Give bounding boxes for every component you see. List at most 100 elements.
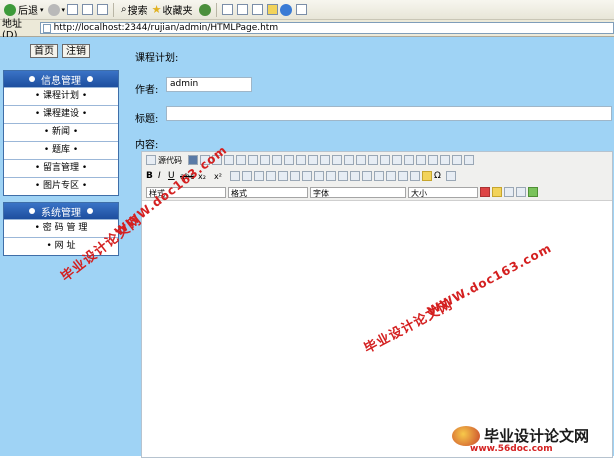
- stop-icon[interactable]: [67, 4, 79, 15]
- cut-icon[interactable]: [236, 155, 246, 165]
- sidebar-item-question-bank[interactable]: • 题库 •: [4, 141, 118, 159]
- system-management-header[interactable]: 系统管理: [4, 203, 118, 219]
- mail-icon[interactable]: [221, 4, 233, 15]
- indent-icon[interactable]: [266, 171, 276, 181]
- copy-icon[interactable]: [248, 155, 258, 165]
- search-label: 搜索: [127, 6, 148, 17]
- find-icon[interactable]: [344, 155, 354, 165]
- table-icon[interactable]: [398, 171, 408, 181]
- history-icon[interactable]: [198, 3, 211, 16]
- source-button[interactable]: 源代码: [158, 155, 182, 166]
- messenger-icon[interactable]: [279, 3, 292, 16]
- footer-logo: 毕业设计论文网: [452, 425, 589, 446]
- search-button[interactable]: ⌕ 搜索: [121, 2, 148, 18]
- redo-icon[interactable]: [332, 155, 342, 165]
- forward-button[interactable]: ▾: [47, 2, 66, 18]
- align-justify-icon[interactable]: [326, 171, 336, 181]
- special-char-icon[interactable]: Ω: [434, 171, 444, 181]
- toolbar-divider: [215, 2, 217, 17]
- italic-button[interactable]: I: [158, 171, 166, 181]
- page-break-icon[interactable]: [446, 171, 456, 181]
- align-center-icon[interactable]: [302, 171, 312, 181]
- align-left-icon[interactable]: [290, 171, 300, 181]
- home-page-button[interactable]: 首页: [30, 44, 58, 58]
- blockquote-icon[interactable]: [278, 171, 288, 181]
- system-management-title: 系统管理: [41, 207, 81, 219]
- select-field-icon[interactable]: [452, 155, 462, 165]
- about-icon[interactable]: [528, 187, 538, 197]
- forward-arrow-icon: [47, 3, 60, 16]
- checkbox-icon[interactable]: [404, 155, 414, 165]
- format-select[interactable]: 格式: [228, 186, 308, 198]
- textfield-icon[interactable]: [428, 155, 438, 165]
- replace-icon[interactable]: [356, 155, 366, 165]
- text-color-icon[interactable]: [480, 187, 490, 197]
- print-icon[interactable]: [296, 155, 306, 165]
- sidebar-item-message-management[interactable]: • 留言管理 •: [4, 159, 118, 177]
- unlink-icon[interactable]: [350, 171, 360, 181]
- remove-format-icon[interactable]: [380, 155, 390, 165]
- show-blocks-icon[interactable]: [516, 187, 526, 197]
- author-label: 作者:: [135, 85, 159, 96]
- logout-button[interactable]: 注销: [62, 44, 90, 58]
- link-icon[interactable]: [338, 171, 348, 181]
- spellcheck-icon[interactable]: [308, 155, 318, 165]
- button-field-icon[interactable]: [464, 155, 474, 165]
- sidebar-item-course-construction[interactable]: • 课程建设 •: [4, 105, 118, 123]
- superscript-button[interactable]: x²: [214, 172, 228, 181]
- bulleted-list-icon[interactable]: [242, 171, 252, 181]
- print-icon[interactable]: [236, 4, 248, 15]
- page-title: 课程计划:: [135, 53, 179, 64]
- page-icon: [42, 23, 51, 33]
- paste-text-icon[interactable]: [272, 155, 282, 165]
- sidebar-item-news[interactable]: • 新闻 •: [4, 123, 118, 141]
- horizontal-rule-icon[interactable]: [410, 171, 420, 181]
- address-url: http://localhost:2344/rujian/admin/HTMLP…: [53, 23, 279, 33]
- source-icon[interactable]: [146, 155, 156, 165]
- anchor-icon[interactable]: [362, 171, 372, 181]
- radio-icon[interactable]: [416, 155, 426, 165]
- browser-toolbar: 后退 ▾ ▾ ⌕ 搜索 ★ 收藏夹: [0, 0, 614, 20]
- textarea-icon[interactable]: [440, 155, 450, 165]
- content-label: 内容:: [135, 140, 159, 151]
- logo-icon: [452, 425, 480, 446]
- sidebar-item-picture-zone[interactable]: • 图片专区 •: [4, 177, 118, 195]
- bold-button[interactable]: B: [146, 171, 156, 181]
- bullet-icon: [87, 208, 93, 214]
- address-bar: 地址(D) http://localhost:2344/rujian/admin…: [0, 19, 614, 41]
- background-color-icon[interactable]: [492, 187, 502, 197]
- address-input[interactable]: http://localhost:2344/rujian/admin/HTMLP…: [39, 22, 614, 34]
- bullet-icon: [29, 76, 35, 82]
- tools-icon[interactable]: [295, 4, 307, 15]
- align-right-icon[interactable]: [314, 171, 324, 181]
- rich-text-editor: 源代码 B I U abc x₂ x² Ω 样式 格式 字体 大小: [141, 151, 613, 458]
- chevron-down-icon: ▾: [40, 5, 44, 14]
- home-icon[interactable]: [97, 4, 109, 15]
- font-select[interactable]: 字体: [310, 186, 406, 198]
- search-icon: ⌕: [121, 4, 127, 15]
- back-arrow-icon: [4, 3, 16, 16]
- favorites-button[interactable]: ★ 收藏夹: [152, 2, 193, 18]
- flash-icon[interactable]: [386, 171, 396, 181]
- bullet-icon: [87, 76, 93, 82]
- refresh-icon[interactable]: [82, 4, 94, 15]
- chevron-down-icon: ▾: [61, 5, 66, 14]
- form-icon[interactable]: [392, 155, 402, 165]
- undo-icon[interactable]: [320, 155, 330, 165]
- folder-icon[interactable]: [266, 4, 278, 15]
- numbered-list-icon[interactable]: [230, 171, 240, 181]
- info-management-header[interactable]: 信息管理: [4, 71, 118, 87]
- size-select[interactable]: 大小: [408, 186, 478, 198]
- maximize-icon[interactable]: [504, 187, 514, 197]
- paste-icon[interactable]: [260, 155, 270, 165]
- info-management-menu: 信息管理 • 课程计划 • • 课程建设 • • 新闻 • • 题库 • • 留…: [3, 70, 119, 196]
- sidebar-item-course-plan[interactable]: • 课程计划 •: [4, 87, 118, 105]
- paste-word-icon[interactable]: [284, 155, 294, 165]
- author-input[interactable]: admin: [166, 77, 252, 92]
- outdent-icon[interactable]: [254, 171, 264, 181]
- edit-icon[interactable]: [251, 4, 263, 15]
- image-icon[interactable]: [374, 171, 384, 181]
- title-input[interactable]: [166, 106, 612, 121]
- select-all-icon[interactable]: [368, 155, 378, 165]
- smiley-icon[interactable]: [422, 171, 432, 181]
